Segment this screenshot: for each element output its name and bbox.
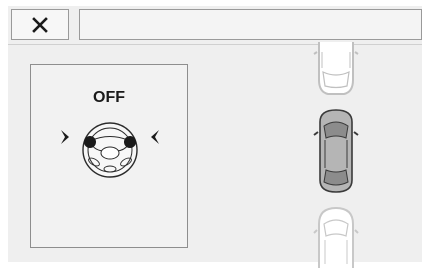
title-bar (79, 9, 422, 40)
steering-wheel-icon (61, 122, 159, 178)
front-parked-car (313, 42, 359, 95)
status-label: OFF (93, 89, 125, 106)
own-car (313, 109, 359, 193)
title-text (80, 10, 421, 24)
parking-assist-screen: OFF (8, 6, 422, 268)
close-button[interactable] (11, 9, 69, 40)
parking-view (313, 42, 359, 268)
assist-status-panel: OFF (30, 64, 188, 248)
close-icon (32, 16, 48, 33)
rear-parked-car (313, 206, 359, 268)
